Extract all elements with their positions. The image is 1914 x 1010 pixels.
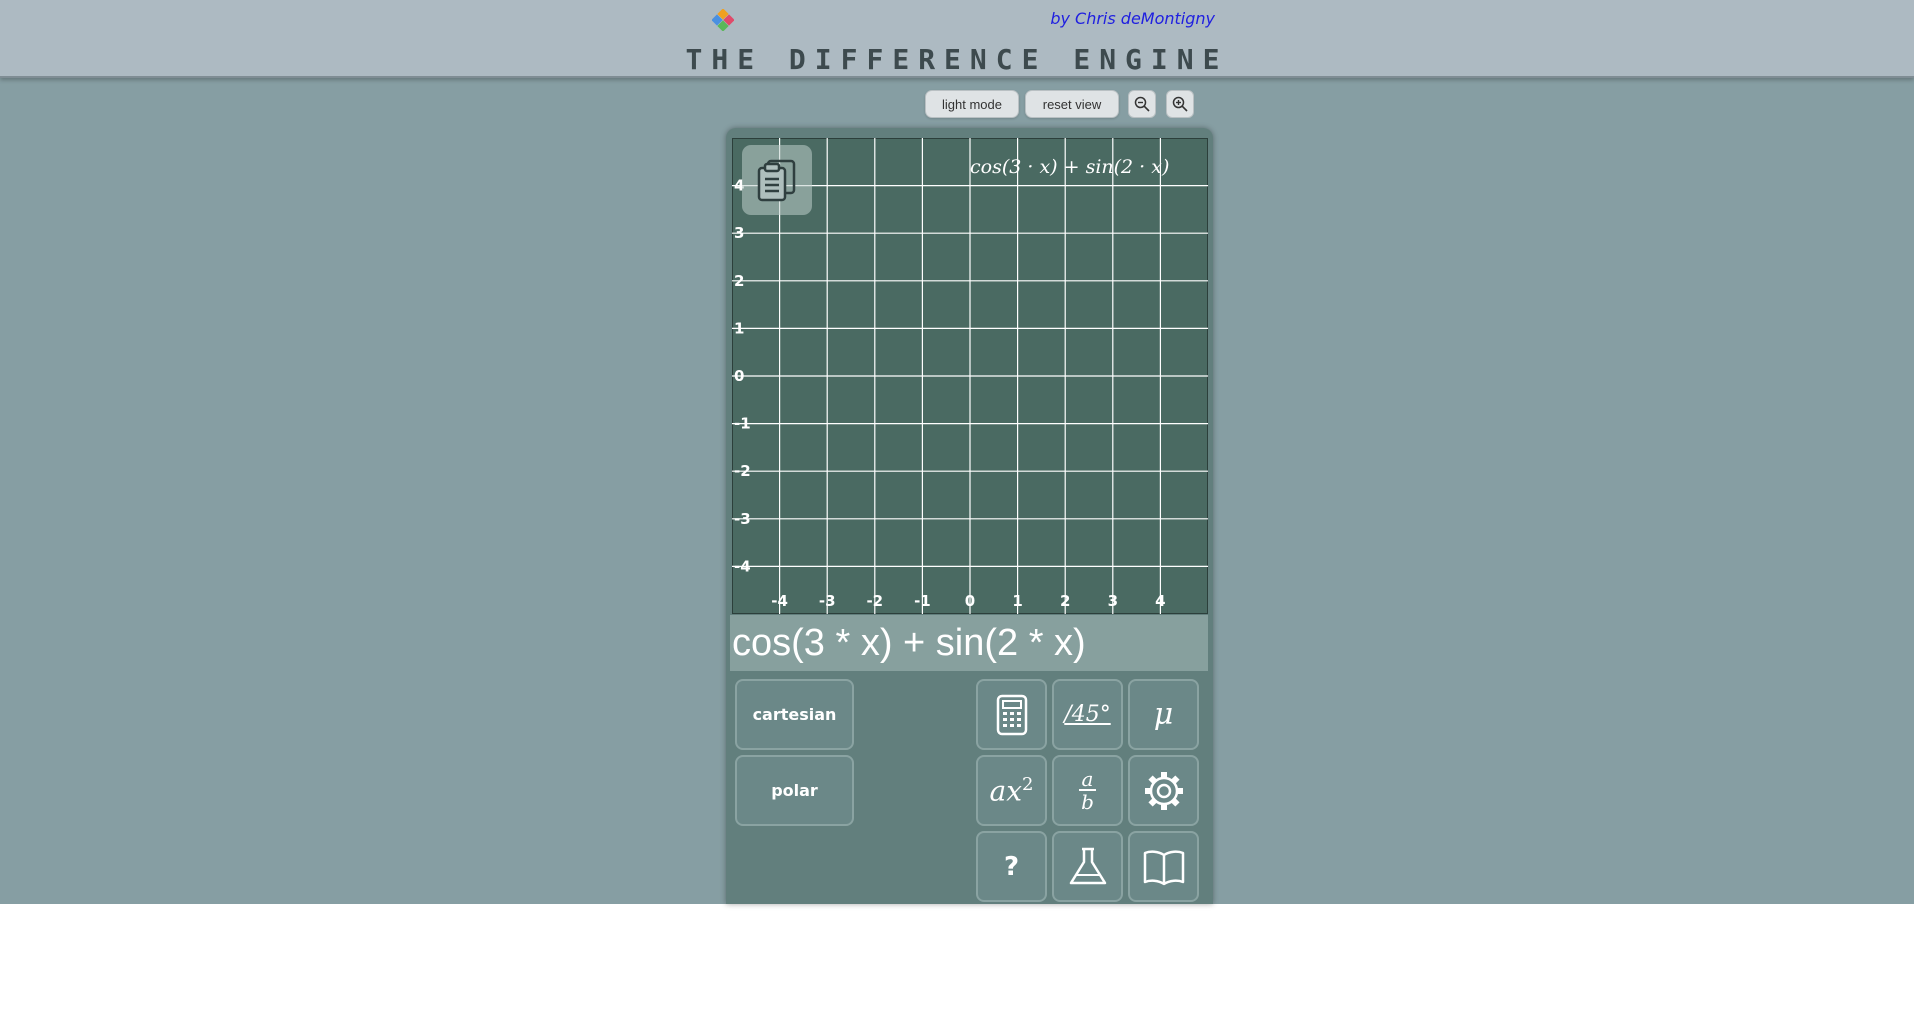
book-icon [1143, 849, 1184, 885]
graph-expression-label: cos(3 · x) + sin(2 · x) [970, 156, 1169, 178]
x-tick-label: 1 [1012, 592, 1022, 610]
y-tick-label: -1 [734, 415, 751, 433]
calculator-icon [996, 694, 1027, 735]
zoom-out-icon [1134, 96, 1150, 112]
y-tick-label: -3 [734, 510, 751, 528]
expression-input[interactable]: cos(3 * x) + sin(2 * x) [730, 615, 1208, 671]
x-tick-label: -1 [914, 592, 931, 610]
calculator-button[interactable] [976, 679, 1047, 750]
x-tick-label: -3 [819, 592, 836, 610]
angle-mode-button[interactable]: /45° [1052, 679, 1123, 750]
polynomial-button[interactable]: ax2 [976, 755, 1047, 826]
fraction-numerator: a [1078, 769, 1097, 791]
docs-button[interactable] [1128, 831, 1199, 902]
power-label: ax2 [990, 774, 1034, 807]
clipboard-icon [757, 159, 796, 202]
constants-button[interactable]: μ [1128, 679, 1199, 750]
polar-mode-button[interactable]: polar [735, 755, 854, 826]
app-title: THE DIFFERENCE ENGINE [685, 43, 1229, 76]
author-byline[interactable]: by Chris deMontigny [1000, 9, 1215, 28]
zoom-in-button[interactable] [1166, 90, 1194, 118]
zoom-in-icon [1172, 96, 1188, 112]
copy-clipboard-button[interactable] [742, 145, 812, 215]
examples-button[interactable] [1052, 831, 1123, 902]
cartesian-mode-button[interactable]: cartesian [735, 679, 854, 750]
y-tick-label: 2 [734, 272, 744, 290]
light-mode-button[interactable]: light mode [925, 90, 1019, 118]
logo-icon [712, 9, 734, 31]
power-exponent: 2 [1022, 773, 1034, 795]
gear-icon [1144, 771, 1183, 810]
x-tick-label: 0 [965, 592, 975, 610]
settings-button[interactable] [1128, 755, 1199, 826]
angle-label: /45° [1064, 702, 1111, 727]
y-tick-label: -2 [734, 462, 751, 480]
fraction-button[interactable]: a b [1052, 755, 1123, 826]
flask-icon [1069, 847, 1106, 884]
x-tick-label: 3 [1108, 592, 1118, 610]
header: by Chris deMontigny THE DIFFERENCE ENGIN… [0, 0, 1914, 78]
y-tick-label: 3 [734, 224, 744, 242]
x-tick-label: 4 [1155, 592, 1165, 610]
calculator-panel: -4 -3 -2 -1 0 1 2 3 4 4 3 2 1 0 -1 -2 -3 -4 cos(3 · x) + … [726, 128, 1213, 904]
y-tick-label: 0 [734, 367, 744, 385]
reset-view-button[interactable]: reset view [1025, 90, 1119, 118]
x-tick-label: -4 [771, 592, 788, 610]
help-button[interactable]: ? [976, 831, 1047, 902]
y-tick-label: -4 [734, 557, 751, 575]
mu-label: μ [1153, 697, 1174, 732]
x-tick-label: -2 [866, 592, 883, 610]
power-base: ax [989, 774, 1023, 808]
zoom-out-button[interactable] [1128, 90, 1156, 118]
help-label: ? [1003, 851, 1020, 882]
x-tick-label: 2 [1060, 592, 1070, 610]
fraction-denominator: b [1081, 789, 1094, 814]
y-tick-label: 1 [734, 319, 744, 337]
